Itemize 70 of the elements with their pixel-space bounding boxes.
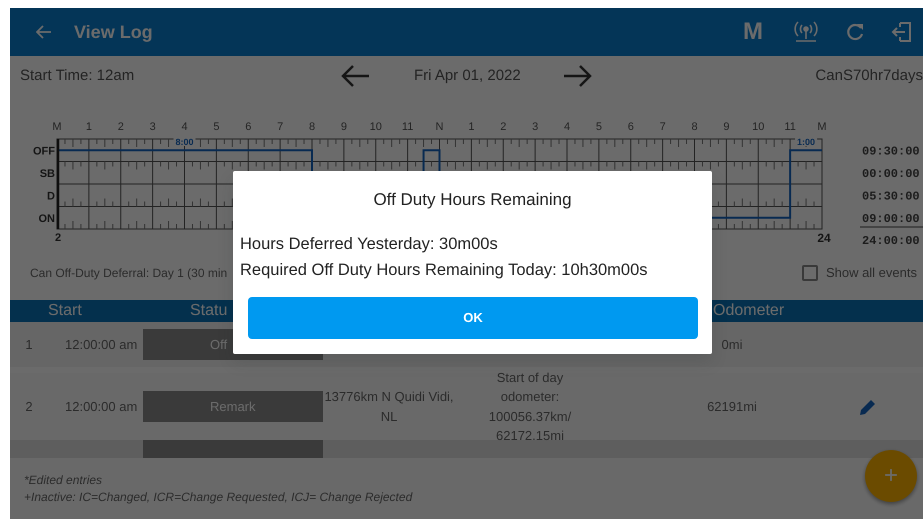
hour-label: 10	[370, 121, 382, 133]
duty-row-label: SB	[40, 168, 55, 180]
start-time-cell-text: 12:00:00 am	[64, 398, 138, 416]
next-day-arrow-icon[interactable]	[562, 64, 593, 88]
segment-duration-label: 1:00	[797, 137, 816, 147]
legend-note: +Inactive: IC=Changed, ICR=Change Requested, ICJ= Change Rejected	[24, 489, 412, 506]
row-number: 2	[24, 398, 34, 416]
start-time-label: Start Time: 12am	[20, 66, 136, 86]
dialog-message: Required Off Duty Hours Remaining Today: 10h30m00s	[239, 260, 649, 280]
duty-row-label: ON	[38, 212, 55, 225]
hour-label: 3	[532, 121, 538, 133]
hour-label: 11	[402, 121, 414, 133]
pencil-icon[interactable]	[859, 398, 877, 416]
dialog-message: Hours Deferred Yesterday: 30m00s	[239, 234, 499, 254]
odometer-cell-text: 0mi	[720, 336, 744, 354]
hour-label: 3	[150, 121, 156, 133]
duty-row-label: OFF	[33, 145, 55, 158]
hour-label: 5	[596, 121, 602, 133]
hour-label: 4	[564, 121, 570, 133]
duty-total: 09:30:00	[862, 144, 920, 158]
hour-label: 4	[181, 121, 188, 133]
start-time-cell-text: 12:00:00 am	[64, 336, 138, 354]
hour-label: 7	[660, 121, 666, 133]
hour-label: M	[817, 121, 827, 133]
hour-label: 6	[628, 121, 634, 133]
hour-label: 2	[118, 121, 124, 133]
dialog-title: Off Duty Hours Remaining	[372, 189, 573, 211]
hour-label: 6	[245, 121, 252, 133]
hour-label: 9	[340, 121, 347, 133]
ok-button[interactable]: OK	[248, 296, 698, 338]
hour-label: 2	[500, 121, 506, 133]
legend-note: *Edited entries	[24, 472, 102, 489]
hour-label: N	[436, 121, 444, 133]
logout-icon[interactable]	[891, 21, 913, 43]
hour-label: 11	[784, 121, 796, 133]
grand-total: 24:00:00	[862, 234, 920, 246]
date-label: Fri Apr 01, 2022	[414, 66, 521, 86]
column-header: Statu	[190, 302, 228, 319]
checkbox-label: Show all events	[826, 264, 917, 282]
row-number: 1	[24, 336, 34, 354]
duty-row-label: D	[47, 190, 55, 202]
screen-title: View Log	[74, 20, 153, 44]
hour-label: 1	[86, 121, 92, 133]
odometer-cell-text: 62191mi	[706, 398, 758, 416]
hour-label: 8	[308, 121, 316, 133]
previous-day-arrow-icon[interactable]	[340, 64, 370, 88]
column-header: Odometer	[713, 302, 784, 319]
mode-button[interactable]: M	[743, 20, 763, 44]
graph-start-marker: 2	[55, 232, 62, 244]
notes-cell-text: Start of day odometer: 100056.37km/ 62172.15mi	[488, 368, 572, 445]
hour-label: 10	[752, 121, 764, 133]
hour-label: 8	[691, 121, 698, 133]
duty-total: 00:00:00	[862, 166, 920, 181]
hour-label: 1	[468, 121, 474, 133]
hour-label: 9	[723, 121, 730, 133]
antenna-icon[interactable]	[793, 21, 819, 43]
duty-total: 09:00:00	[862, 212, 920, 226]
segment-duration-label: 8:00	[176, 137, 194, 147]
show-all-events-checkbox[interactable]	[802, 265, 818, 281]
hour-label: 5	[213, 121, 220, 133]
hour-label: 7	[277, 121, 284, 133]
graph-end-marker: 24	[817, 231, 831, 245]
refresh-icon[interactable]	[845, 22, 865, 42]
location-cell-text: 13776km N Quidi Vidi, NL	[323, 388, 455, 426]
back-arrow-icon[interactable]	[36, 25, 52, 39]
hour-label: M	[52, 121, 62, 133]
column-header: Start	[48, 302, 82, 319]
deferral-note: Can Off-Duty Deferral: Day 1 (30 min	[30, 265, 228, 282]
ruleset-label: CanS70hr7days	[815, 66, 923, 86]
duty-total: 05:30:00	[862, 189, 920, 204]
